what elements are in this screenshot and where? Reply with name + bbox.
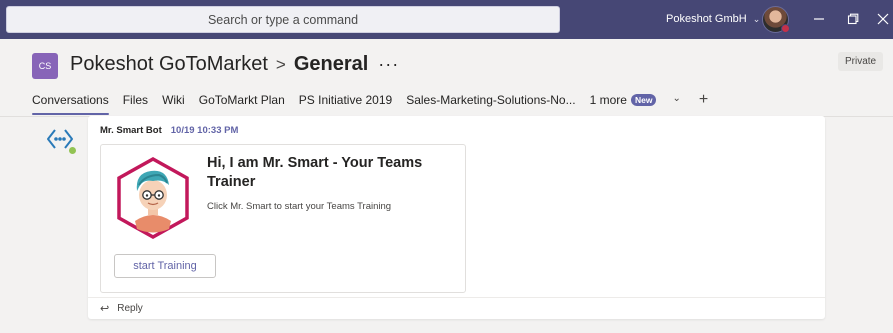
message-author[interactable]: Mr. Smart Bot [100, 125, 162, 136]
plus-icon[interactable]: + [699, 92, 708, 108]
privacy-badge: Private [838, 52, 884, 71]
message-post: Mr. Smart Bot 10/19 10:33 PM Hi, I am Mr… [88, 116, 825, 319]
new-badge: New [630, 94, 657, 106]
tab-gotomarkt-plan[interactable]: GoToMarkt Plan [199, 93, 285, 111]
message-header: Mr. Smart Bot 10/19 10:33 PM [100, 125, 238, 136]
mr-smart-image[interactable] [117, 156, 189, 240]
maximize-icon[interactable] [843, 9, 863, 29]
reply-bar[interactable]: ↩ Reply [88, 297, 825, 319]
channel-name: General [293, 53, 369, 75]
more-options-button[interactable]: ··· [378, 54, 399, 75]
search-input[interactable]: Search or type a command [6, 6, 560, 33]
minimize-icon[interactable] [809, 9, 829, 29]
presence-available-icon [68, 146, 77, 155]
channel-tabs: Conversations Files Wiki GoToMarkt Plan … [32, 92, 708, 115]
tab-ps-initiative[interactable]: PS Initiative 2019 [299, 93, 392, 111]
org-name: Pokeshot GmbH [666, 13, 747, 25]
tab-wiki[interactable]: Wiki [162, 93, 185, 111]
team-name[interactable]: Pokeshot GoToMarket [70, 53, 268, 76]
start-training-button[interactable]: start Training [114, 254, 216, 278]
team-avatar[interactable]: CS [32, 53, 58, 79]
org-switcher[interactable]: Pokeshot GmbH ⌄ [666, 13, 760, 25]
adaptive-card: Hi, I am Mr. Smart - Your Teams Trainer … [100, 144, 466, 293]
card-subtitle: Click Mr. Smart to start your Teams Trai… [207, 201, 392, 212]
breadcrumb-separator: > [275, 54, 286, 74]
page-title: Pokeshot GoToMarket > General ··· [70, 53, 399, 76]
reply-label: Reply [117, 303, 143, 314]
channel-header: CS Pokeshot GoToMarket > General ··· Pri… [0, 39, 893, 117]
close-icon[interactable] [873, 9, 893, 29]
chevron-down-icon: ⌄ [752, 13, 761, 24]
more-tabs-button[interactable]: 1 more New [590, 93, 657, 107]
presence-busy-icon [781, 24, 790, 33]
tab-conversations[interactable]: Conversations [32, 93, 109, 115]
message-timestamp: 10/19 10:33 PM [170, 125, 239, 136]
card-title: Hi, I am Mr. Smart - Your Teams Trainer [207, 155, 423, 190]
title-bar: Search or type a command Pokeshot GmbH ⌄ [0, 0, 893, 39]
tab-files[interactable]: Files [123, 93, 148, 111]
chevron-down-icon[interactable]: ⌄ [672, 93, 680, 104]
more-tabs-label: 1 more [589, 93, 627, 107]
tab-sales-marketing[interactable]: Sales-Marketing-Solutions-No... [406, 93, 575, 111]
reply-icon: ↩ [100, 303, 110, 315]
